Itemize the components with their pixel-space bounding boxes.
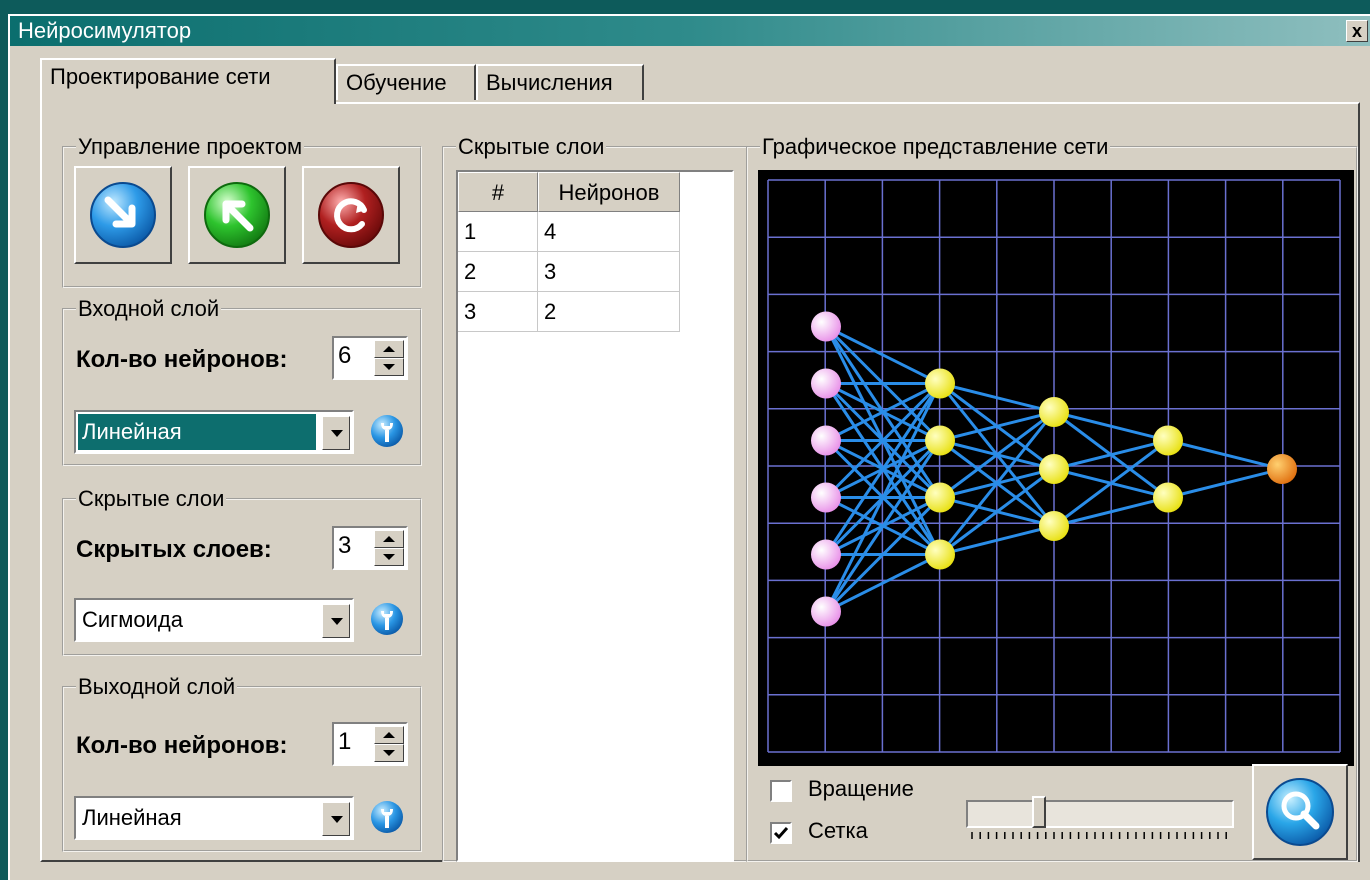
input-layer-legend: Входной слой <box>78 296 220 321</box>
cell-index[interactable]: 3 <box>458 292 538 332</box>
hidden-neuron <box>925 539 955 570</box>
arrow-up-left-icon <box>204 182 270 248</box>
tab-computation[interactable]: Вычисления <box>476 64 644 100</box>
input-neurons-label: Кол-во нейронов: <box>76 346 288 373</box>
input-neuron <box>811 368 841 399</box>
input-neurons-stepper[interactable]: 6 <box>332 336 408 380</box>
hidden-activation-value: Сигмоида <box>82 607 183 632</box>
input-neuron <box>811 596 841 627</box>
increment-button[interactable] <box>374 530 404 548</box>
hidden-neuron <box>1153 482 1183 513</box>
decrement-button[interactable] <box>374 548 404 566</box>
decrement-button[interactable] <box>374 358 404 376</box>
app-window: Нейросимулятор x Проектирование сети Обу… <box>8 14 1370 880</box>
hidden-layers-stepper[interactable]: 3 <box>332 526 408 570</box>
checkmark-icon <box>773 827 789 840</box>
network-graph <box>767 179 1341 753</box>
slider-ticks <box>971 832 1227 839</box>
tab-training[interactable]: Обучение <box>336 64 476 100</box>
column-header-neurons[interactable]: Нейронов <box>538 172 680 212</box>
close-button[interactable]: x <box>1346 20 1368 42</box>
hidden-layers-table[interactable]: # Нейронов 1 4 2 3 3 2 <box>456 170 734 862</box>
title-bar: Нейросимулятор x <box>10 16 1370 46</box>
output-activation-value: Линейная <box>82 805 182 830</box>
rotation-label: Вращение <box>808 776 914 801</box>
cell-index[interactable]: 1 <box>458 212 538 252</box>
window-title: Нейросимулятор <box>18 18 192 43</box>
hidden-neuron <box>1153 425 1183 456</box>
refresh-icon <box>318 182 384 248</box>
hidden-activation-select[interactable]: Сигмоида <box>74 598 354 642</box>
hidden-layers-count-label: Скрытых слоев: <box>76 536 272 563</box>
reset-project-button[interactable] <box>302 166 400 264</box>
chevron-down-icon[interactable] <box>322 802 350 836</box>
hidden-neuron <box>925 425 955 456</box>
hidden-neuron <box>1039 511 1069 541</box>
chevron-down-icon[interactable] <box>322 604 350 638</box>
input-neuron <box>811 482 841 513</box>
tab-panel: Управление проектом Входной слой Кол-во … <box>40 102 1360 862</box>
hidden-neuron <box>1039 454 1069 484</box>
hidden-neuron <box>925 368 955 399</box>
output-neurons-stepper[interactable]: 1 <box>332 722 408 766</box>
cell-neurons[interactable]: 3 <box>538 252 680 292</box>
network-canvas[interactable] <box>758 170 1354 766</box>
decrement-button[interactable] <box>374 744 404 762</box>
hidden-settings-wrench-icon[interactable] <box>370 602 404 636</box>
grid-checkbox[interactable] <box>770 822 792 844</box>
input-neuron <box>811 311 841 342</box>
hidden-neuron <box>1039 397 1069 427</box>
zoom-button[interactable] <box>1252 764 1348 860</box>
increment-button[interactable] <box>374 340 404 358</box>
slider-track <box>966 800 1234 828</box>
input-activation-value: Линейная <box>78 414 316 450</box>
cell-neurons[interactable]: 4 <box>538 212 680 252</box>
output-neurons-label: Кол-во нейронов: <box>76 732 288 759</box>
hidden-layers-legend: Скрытые слои <box>78 486 225 511</box>
graph-legend: Графическое представление сети <box>762 134 1109 159</box>
output-layer-legend: Выходной слой <box>78 674 236 699</box>
cell-index[interactable]: 2 <box>458 252 538 292</box>
slider-thumb[interactable] <box>1032 796 1047 828</box>
output-neurons-value: 1 <box>338 728 352 755</box>
column-header-index[interactable]: # <box>458 172 538 212</box>
hidden-layers-value: 3 <box>338 532 352 559</box>
cell-neurons[interactable]: 2 <box>538 292 680 332</box>
project-group-legend: Управление проектом <box>78 134 303 159</box>
open-project-button[interactable] <box>74 166 172 264</box>
arrow-down-right-icon <box>90 182 156 248</box>
chevron-down-icon[interactable] <box>322 416 350 450</box>
input-neurons-value: 6 <box>338 342 352 369</box>
input-neuron <box>811 539 841 570</box>
output-settings-wrench-icon[interactable] <box>370 800 404 834</box>
save-project-button[interactable] <box>188 166 286 264</box>
hidden-neuron <box>925 482 955 513</box>
increment-button[interactable] <box>374 726 404 744</box>
output-neuron <box>1267 454 1297 484</box>
rotation-slider[interactable] <box>966 796 1236 839</box>
output-activation-select[interactable]: Линейная <box>74 796 354 840</box>
grid-label: Сетка <box>808 818 868 843</box>
input-settings-wrench-icon[interactable] <box>370 414 404 448</box>
input-neuron <box>811 425 841 456</box>
magnifier-icon <box>1266 778 1334 846</box>
hidden-table-legend: Скрытые слои <box>458 134 605 159</box>
input-activation-select[interactable]: Линейная <box>74 410 354 454</box>
rotation-checkbox[interactable] <box>770 780 792 802</box>
tab-network-design[interactable]: Проектирование сети <box>40 58 336 104</box>
